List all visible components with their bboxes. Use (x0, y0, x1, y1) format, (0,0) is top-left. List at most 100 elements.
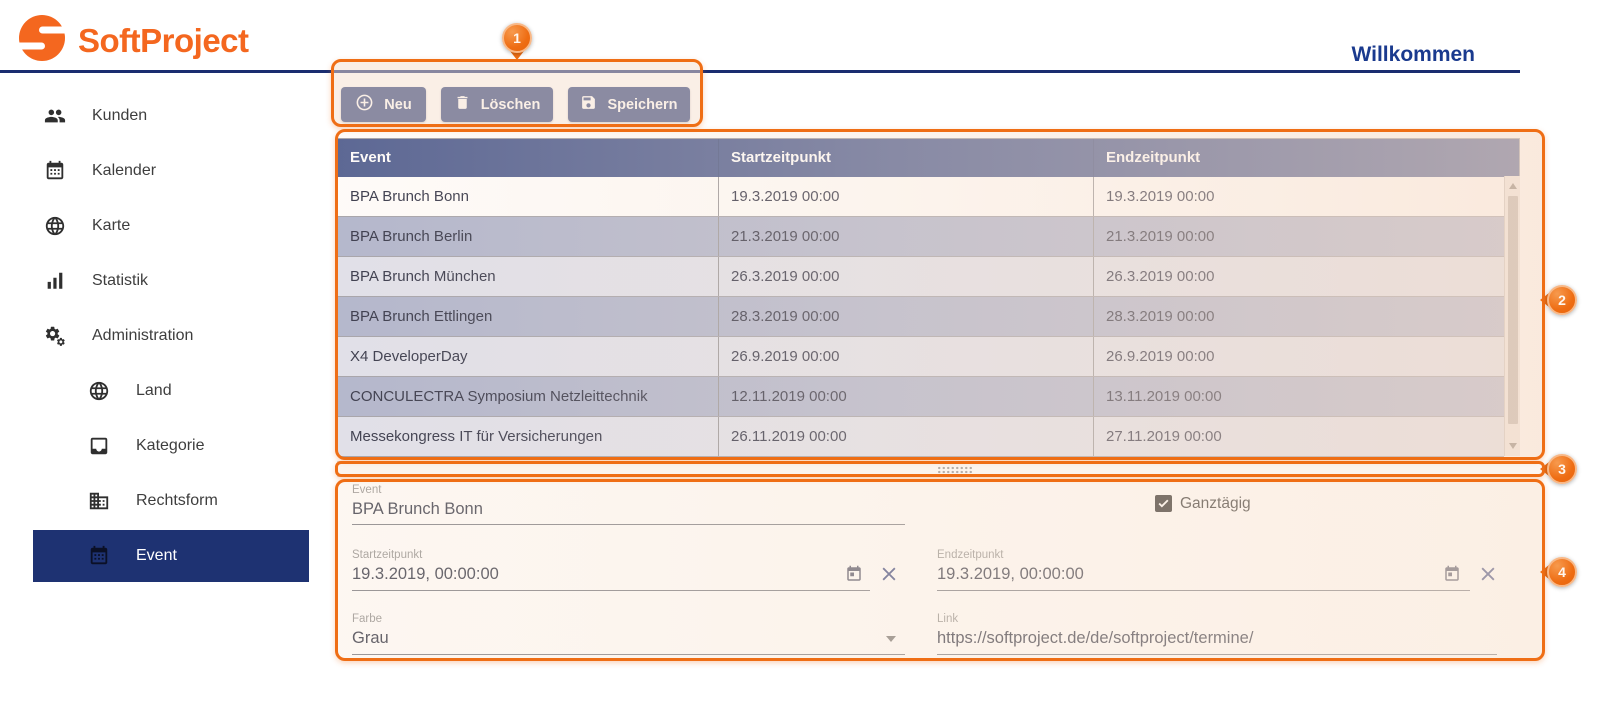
table-row[interactable]: CONCULECTRA Symposium Netzleittechnik 12… (338, 377, 1504, 417)
color-select[interactable]: Grau (352, 629, 389, 648)
sidebar-item-karte[interactable]: Karte (0, 198, 330, 253)
color-field-underline (352, 654, 905, 655)
end-field-input[interactable]: 19.3.2019, 00:00:00 (937, 565, 1084, 584)
table-scrollbar[interactable] (1504, 176, 1520, 456)
start-datepicker-icon[interactable] (845, 565, 863, 588)
column-header-event[interactable]: Event (338, 139, 719, 177)
sidebar-label: Event (136, 547, 177, 565)
start-field-input[interactable]: 19.3.2019, 00:00:00 (352, 565, 499, 584)
cell-start: 26.11.2019 00:00 (719, 417, 1094, 456)
button-label: Neu (384, 97, 411, 113)
building-icon (88, 490, 110, 512)
column-header-endzeitpunkt[interactable]: Endzeitpunkt (1094, 139, 1519, 177)
sidebar-item-rechtsform[interactable]: Rechtsform (0, 473, 330, 528)
color-dropdown-caret-icon[interactable] (886, 636, 896, 642)
cell-start: 26.3.2019 00:00 (719, 257, 1094, 296)
cell-event: BPA Brunch Ettlingen (338, 297, 719, 336)
cell-event: Messekongress IT für Versicherungen (338, 417, 719, 456)
table-row[interactable]: Messekongress IT für Versicherungen 26.1… (338, 417, 1504, 457)
cell-start: 28.3.2019 00:00 (719, 297, 1094, 336)
inbox-icon (88, 435, 110, 457)
plus-circle-icon (355, 93, 374, 116)
sidebar-item-administration[interactable]: Administration (0, 308, 330, 363)
softproject-logo-text: SoftProject (78, 22, 249, 60)
end-field-underline (937, 590, 1470, 591)
delete-button[interactable]: Löschen (441, 87, 553, 122)
cell-end: 26.9.2019 00:00 (1094, 337, 1504, 376)
globe-icon (44, 215, 66, 237)
scroll-down-icon[interactable] (1509, 443, 1517, 449)
bar-chart-icon (44, 270, 66, 292)
link-field-input[interactable]: https://softproject.de/de/softproject/te… (937, 629, 1253, 648)
save-icon (580, 94, 597, 115)
cell-start: 21.3.2019 00:00 (719, 217, 1094, 256)
table-header-row: Event Startzeitpunkt Endzeitpunkt (338, 139, 1519, 177)
cell-event: BPA Brunch Bonn (338, 177, 719, 216)
annotation-marker-3: 3 (1547, 454, 1577, 484)
scroll-up-icon[interactable] (1509, 183, 1517, 189)
splitter-handle[interactable] (337, 461, 1520, 477)
sidebar-item-kategorie[interactable]: Kategorie (0, 418, 330, 473)
cell-end: 27.11.2019 00:00 (1094, 417, 1504, 456)
softproject-logo-icon (16, 12, 68, 64)
button-label: Speichern (607, 97, 677, 113)
table-row[interactable]: BPA Brunch Berlin 21.3.2019 00:00 21.3.2… (338, 217, 1504, 257)
cell-event: CONCULECTRA Symposium Netzleittechnik (338, 377, 719, 416)
cell-end: 28.3.2019 00:00 (1094, 297, 1504, 336)
people-icon (44, 105, 66, 127)
table-row[interactable]: BPA Brunch Ettlingen 28.3.2019 00:00 28.… (338, 297, 1504, 337)
end-field-label: Endzeitpunkt (937, 549, 1004, 561)
start-field-underline (352, 590, 870, 591)
cell-end: 21.3.2019 00:00 (1094, 217, 1504, 256)
table-row[interactable]: BPA Brunch München 26.3.2019 00:00 26.3.… (338, 257, 1504, 297)
sidebar-label: Land (136, 382, 172, 400)
annotation-marker-1: 1 (502, 23, 532, 53)
new-button[interactable]: Neu (341, 87, 426, 122)
column-header-startzeitpunkt[interactable]: Startzeitpunkt (719, 139, 1094, 177)
sidebar-item-event[interactable]: Event (33, 530, 309, 582)
event-field-underline (352, 524, 905, 525)
scrollbar-thumb[interactable] (1508, 196, 1518, 424)
sidebar-label: Kalender (92, 162, 156, 180)
allday-checkbox-label: Ganztägig (1180, 495, 1251, 513)
drag-dots-icon (937, 466, 973, 474)
cell-event: BPA Brunch München (338, 257, 719, 296)
sidebar-label: Karte (92, 217, 130, 235)
sidebar-item-land[interactable]: Land (0, 363, 330, 418)
globe-icon (88, 380, 110, 402)
save-button[interactable]: Speichern (568, 87, 690, 122)
cell-start: 12.11.2019 00:00 (719, 377, 1094, 416)
gears-icon (44, 325, 66, 347)
welcome-text: Willkommen (1352, 43, 1476, 67)
annotation-marker-2: 2 (1547, 285, 1577, 315)
sidebar-label: Administration (92, 327, 193, 345)
sidebar-label: Rechtsform (136, 492, 218, 510)
table-row[interactable]: BPA Brunch Bonn 19.3.2019 00:00 19.3.201… (338, 177, 1504, 217)
link-field-underline (937, 654, 1497, 655)
annotation-pointer-2 (1540, 293, 1549, 307)
allday-checkbox[interactable] (1155, 495, 1172, 512)
cell-end: 13.11.2019 00:00 (1094, 377, 1504, 416)
cell-start: 19.3.2019 00:00 (719, 177, 1094, 216)
annotation-pointer-4 (1540, 565, 1549, 579)
start-clear-icon[interactable] (879, 564, 899, 589)
cell-event: BPA Brunch Berlin (338, 217, 719, 256)
annotation-marker-4: 4 (1547, 557, 1577, 587)
end-clear-icon[interactable] (1478, 564, 1498, 589)
cell-end: 26.3.2019 00:00 (1094, 257, 1504, 296)
events-table: Event Startzeitpunkt Endzeitpunkt BPA Br… (337, 138, 1520, 456)
trash-icon (454, 94, 471, 115)
cell-start: 26.9.2019 00:00 (719, 337, 1094, 376)
event-field-label: Event (352, 484, 381, 496)
end-datepicker-icon[interactable] (1443, 565, 1461, 588)
calendar-icon (88, 545, 110, 567)
cell-event: X4 DeveloperDay (338, 337, 719, 376)
calendar-icon (44, 160, 66, 182)
table-row[interactable]: X4 DeveloperDay 26.9.2019 00:00 26.9.201… (338, 337, 1504, 377)
sidebar-item-kunden[interactable]: Kunden (0, 88, 330, 143)
link-field-label: Link (937, 613, 958, 625)
sidebar-item-kalender[interactable]: Kalender (0, 143, 330, 198)
cell-end: 19.3.2019 00:00 (1094, 177, 1504, 216)
sidebar-item-statistik[interactable]: Statistik (0, 253, 330, 308)
event-field-input[interactable]: BPA Brunch Bonn (352, 500, 483, 519)
